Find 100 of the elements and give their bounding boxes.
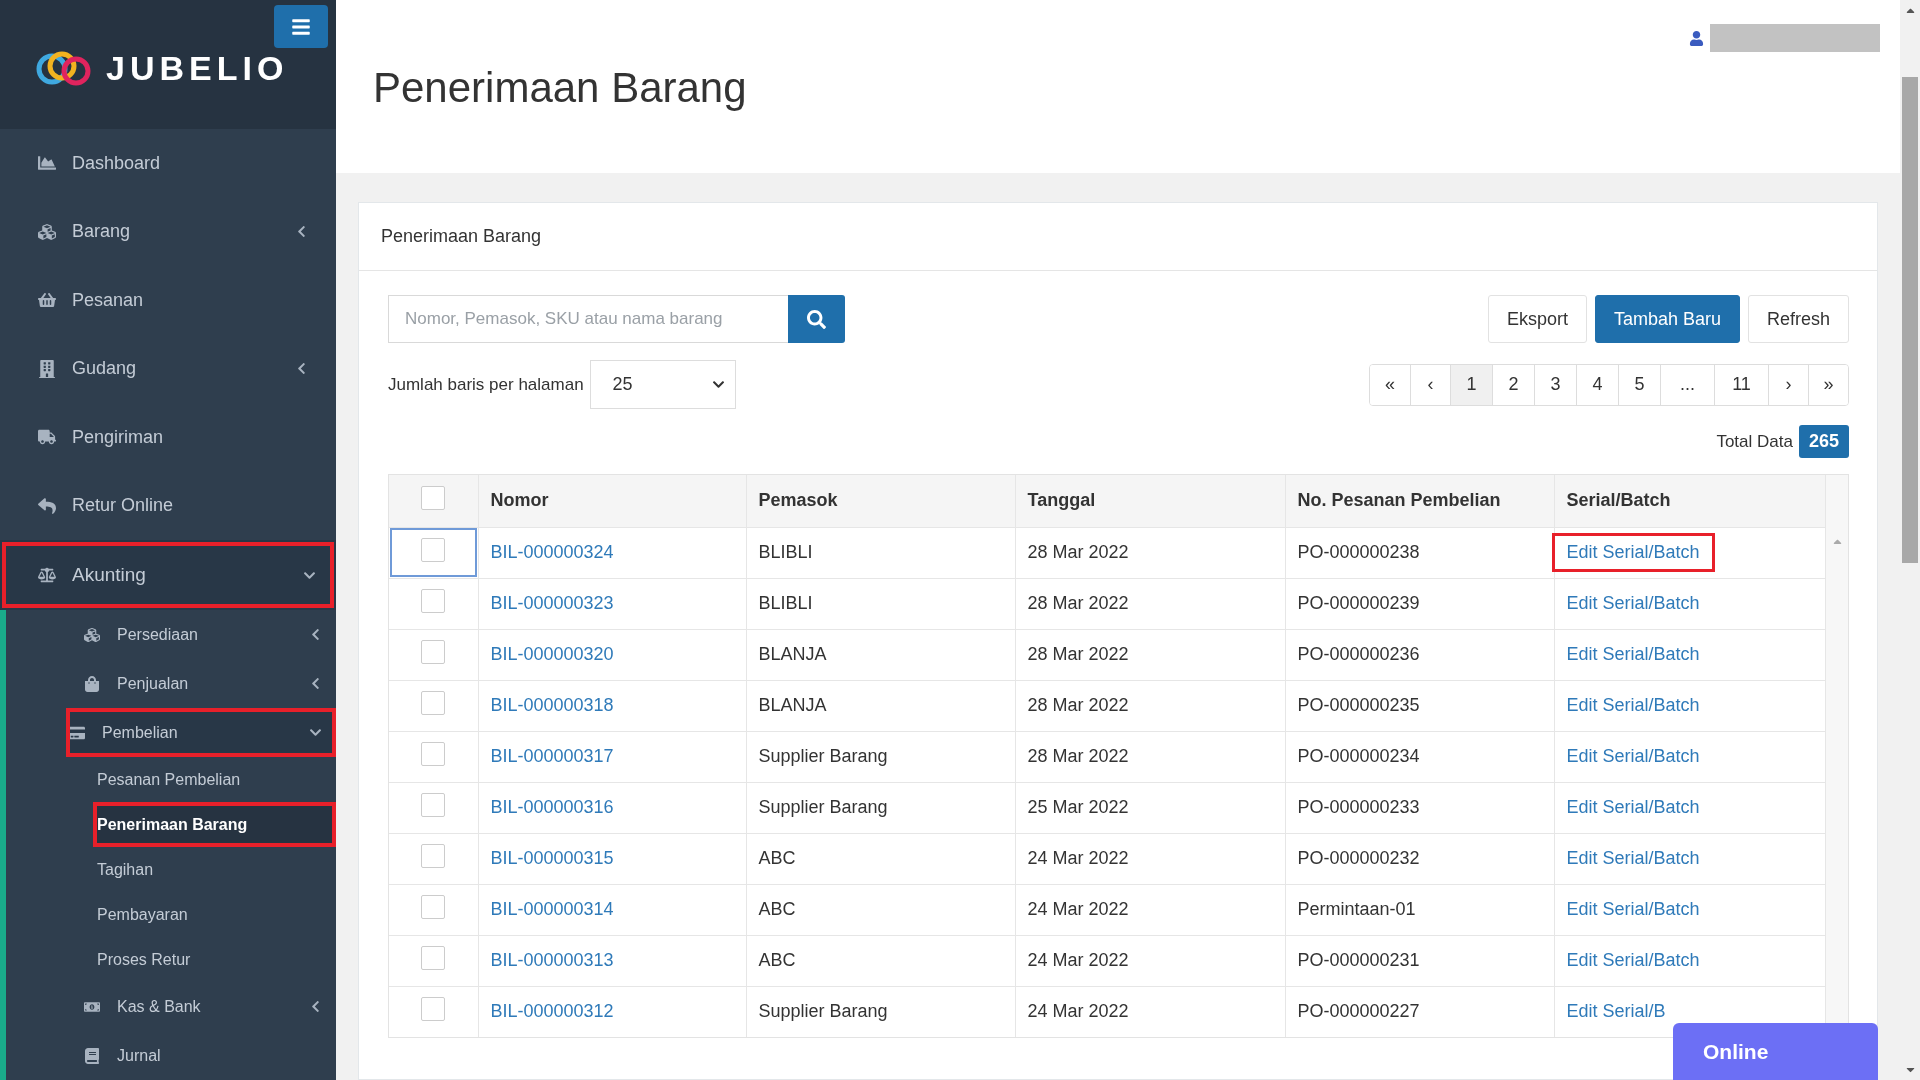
user-icon: [1689, 30, 1704, 46]
table-cell: ABC: [746, 833, 1015, 884]
checkbox[interactable]: [421, 691, 446, 715]
table-cell: PO-000000236: [1285, 629, 1554, 680]
toolbar-button[interactable]: Eksport: [1487, 295, 1587, 343]
checkbox[interactable]: [421, 997, 446, 1022]
edit-link[interactable]: Edit Serial/Batch: [1554, 536, 1712, 569]
sidebar-link[interactable]: Proses Retur: [6, 937, 336, 982]
column-header: No. Pesanan Pembelian: [1285, 475, 1554, 527]
search-icon: [807, 309, 826, 329]
column-header: Nomor: [478, 475, 746, 527]
bill-link[interactable]: BIL-000000317: [490, 746, 614, 766]
sidebar-link[interactable]: Pembayaran: [6, 892, 336, 937]
edit-link[interactable]: Edit Serial/Batch: [1566, 746, 1700, 767]
bill-link[interactable]: BIL-000000314: [490, 899, 614, 919]
menu-button[interactable]: [274, 5, 328, 48]
scale-icon: [36, 566, 58, 584]
table-cell: PO-000000232: [1285, 833, 1554, 884]
table-cell: 28 Mar 2022: [1015, 731, 1285, 782]
bill-link[interactable]: BIL-000000324: [490, 542, 614, 562]
reply-icon: [36, 496, 58, 515]
total-label: Total Data: [1716, 431, 1793, 452]
sidebar-item[interactable]: Barang: [0, 197, 336, 267]
checkbox[interactable]: [421, 486, 446, 511]
checkbox[interactable]: [421, 946, 446, 970]
sidebar-subitem[interactable]: Pembelian: [66, 708, 336, 757]
chat-widget[interactable]: Online: [1673, 1023, 1878, 1080]
building-icon: [36, 359, 58, 378]
table-cell: PO-000000239: [1285, 578, 1554, 629]
edit-link[interactable]: Edit Serial/Batch: [1566, 695, 1700, 716]
truck-icon: [36, 428, 58, 447]
edit-link[interactable]: Edit Serial/B: [1566, 1001, 1666, 1023]
search-button[interactable]: [788, 295, 845, 343]
edit-link[interactable]: Edit Serial/Batch: [1566, 899, 1700, 920]
sidebar-item[interactable]: Akunting: [0, 540, 336, 610]
sidebar-subitem[interactable]: Penjualan: [6, 659, 336, 708]
search-field[interactable]: Nomor, Pemasok, SKU atau nama barang: [388, 295, 788, 343]
edit-link[interactable]: Edit Serial/Batch: [1566, 593, 1700, 614]
sidebar-item[interactable]: Gudang: [0, 334, 336, 404]
edit-link[interactable]: Edit Serial/Batch: [1566, 797, 1700, 818]
card-title: Penerimaan Barang: [359, 203, 1877, 271]
table-cell: 28 Mar 2022: [1015, 578, 1285, 629]
toolbar-button[interactable]: Tambah Baru: [1594, 295, 1740, 343]
table-cell: BLANJA: [746, 680, 1015, 731]
bill-link[interactable]: BIL-000000318: [490, 695, 614, 715]
column-header: Pemasok: [746, 475, 1015, 527]
table-cell: PO-000000235: [1285, 680, 1554, 731]
basket-icon: [36, 291, 58, 310]
checkbox[interactable]: [421, 589, 446, 613]
sidebar-item[interactable]: Pesanan: [0, 266, 336, 335]
rows-per-page-select[interactable]: 25: [589, 360, 736, 409]
toolbar-button[interactable]: Refresh: [1747, 295, 1849, 343]
sidebar-link[interactable]: Pesanan Pembelian: [6, 757, 336, 802]
sidebar-subitem[interactable]: Persediaan: [6, 610, 336, 659]
edit-link[interactable]: Edit Serial/Batch: [1566, 848, 1700, 869]
total-badge: 265: [1798, 425, 1849, 458]
bill-link[interactable]: BIL-000000320: [490, 644, 614, 664]
rows-per-page-label: Jumlah baris per halaman: [388, 374, 584, 395]
checkbox[interactable]: [421, 640, 446, 664]
table-cell: Supplier Barang: [746, 782, 1015, 833]
checkbox[interactable]: [421, 895, 446, 919]
column-header: Tanggal: [1015, 475, 1285, 527]
sidebar-item[interactable]: Dashboard: [0, 129, 336, 198]
edit-link[interactable]: Edit Serial/Batch: [1566, 644, 1700, 665]
bill-link[interactable]: BIL-000000316: [490, 797, 614, 817]
sidebar-item[interactable]: Pengiriman: [0, 403, 336, 472]
bill-link[interactable]: BIL-000000315: [490, 848, 614, 868]
table-cell: 28 Mar 2022: [1015, 629, 1285, 680]
table-cell: 28 Mar 2022: [1015, 527, 1285, 578]
page-title: Penerimaan Barang: [373, 64, 747, 112]
sidebar-subitem[interactable]: Kas & Bank: [6, 982, 336, 1031]
table-cell: 28 Mar 2022: [1015, 680, 1285, 731]
table-cell: ABC: [746, 935, 1015, 986]
sidebar-link[interactable]: Penerimaan Barang: [93, 802, 336, 847]
sidebar-link[interactable]: Tagihan: [6, 847, 336, 892]
table-cell: PO-000000238: [1285, 527, 1554, 578]
bill-link[interactable]: BIL-000000323: [490, 593, 614, 613]
checkbox[interactable]: [421, 742, 446, 766]
table-cell: Permintaan-01: [1285, 884, 1554, 935]
logo-text: JUBELIO: [106, 49, 289, 89]
table-cell: Supplier Barang: [746, 986, 1015, 1037]
edit-link[interactable]: Edit Serial/Batch: [1566, 950, 1700, 971]
page-button[interactable]: 1: [1450, 364, 1492, 405]
table-cell: 25 Mar 2022: [1015, 782, 1285, 833]
page-button[interactable]: »: [1808, 364, 1848, 405]
column-header: Serial/Batch: [1554, 475, 1825, 527]
checkbox[interactable]: [421, 844, 446, 868]
chevron-down-icon: [711, 378, 725, 391]
bill-link[interactable]: BIL-000000313: [490, 950, 614, 970]
boxes-icon: [81, 626, 103, 643]
scrollbar-thumb[interactable]: [1902, 77, 1918, 563]
table-cell: BLANJA: [746, 629, 1015, 680]
table-cell: 24 Mar 2022: [1015, 884, 1285, 935]
checkbox[interactable]: [421, 538, 446, 562]
table-cell: BLIBLI: [746, 578, 1015, 629]
sidebar-item[interactable]: Retur Online: [0, 471, 336, 540]
bill-link[interactable]: BIL-000000312: [490, 1001, 614, 1022]
sidebar-subitem[interactable]: Jurnal: [6, 1031, 336, 1080]
table-cell: 24 Mar 2022: [1015, 935, 1285, 986]
checkbox[interactable]: [421, 793, 446, 817]
